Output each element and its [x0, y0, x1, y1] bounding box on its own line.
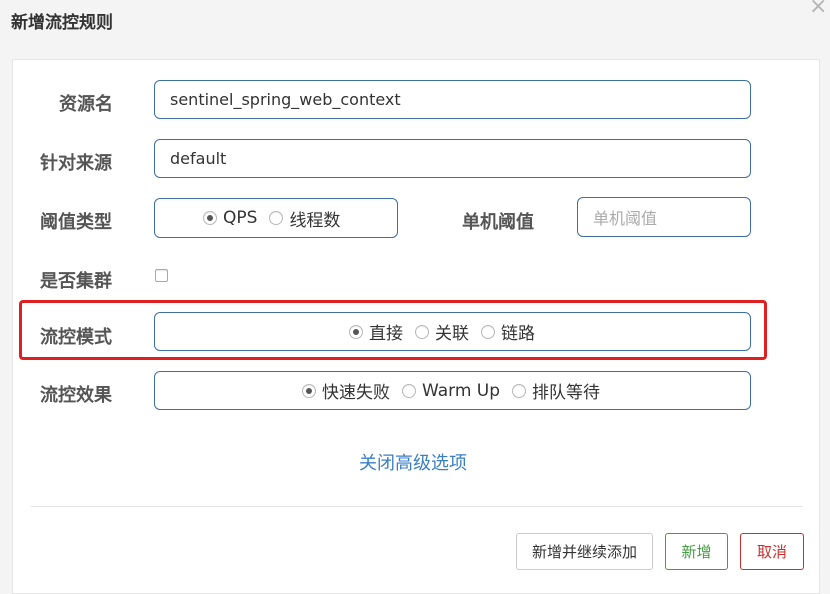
resource-name-label: 资源名	[59, 94, 113, 115]
flow-mode-relate-radio[interactable]: 关联	[415, 319, 469, 344]
single-threshold-input[interactable]: 单机阈值	[577, 197, 751, 237]
behavior-fast-fail-radio[interactable]: 快速失败	[302, 378, 390, 403]
single-threshold-placeholder: 单机阈值	[593, 209, 658, 228]
limit-app-label: 针对来源	[40, 153, 112, 174]
form-panel: 资源名 sentinel_spring_web_context 针对来源 def…	[12, 59, 820, 594]
radio-unchecked-icon	[481, 324, 495, 339]
resource-name-input[interactable]: sentinel_spring_web_context	[154, 80, 751, 119]
radio-unchecked-icon	[512, 383, 527, 398]
add-continue-button[interactable]: 新增并继续添加	[516, 533, 653, 570]
threshold-type-thread-label: 线程数	[289, 210, 341, 231]
behavior-fast-fail-label: 快速失败	[322, 383, 390, 403]
flow-mode-group: 直接 关联 链路	[154, 312, 751, 351]
threshold-type-group: QPS 线程数	[154, 198, 398, 238]
threshold-type-thread-radio[interactable]: 线程数	[269, 206, 340, 231]
radio-unchecked-icon	[415, 324, 429, 339]
behavior-warm-up-label: Warm Up	[422, 380, 501, 401]
behavior-warm-up-radio[interactable]: Warm Up	[402, 381, 500, 401]
radio-unchecked-icon	[269, 211, 284, 225]
close-icon[interactable]: ×	[809, 0, 827, 18]
control-behavior-label: 流控效果	[40, 385, 112, 406]
threshold-type-qps-radio[interactable]: QPS	[203, 208, 257, 228]
limit-app-input[interactable]: default	[154, 139, 751, 178]
radio-unchecked-icon	[402, 383, 416, 398]
cluster-label: 是否集群	[40, 271, 112, 292]
control-behavior-group: 快速失败 Warm Up 排队等待	[154, 371, 751, 410]
cluster-checkbox[interactable]	[155, 269, 168, 282]
cancel-button[interactable]: 取消	[740, 533, 804, 570]
radio-checked-icon	[349, 324, 363, 339]
radio-checked-icon	[203, 211, 217, 225]
dialog-title: 新增流控规则	[11, 13, 113, 33]
threshold-type-label: 阈值类型	[40, 212, 112, 233]
add-button[interactable]: 新增	[665, 533, 728, 570]
close-advanced-link[interactable]: 关闭高级选项	[359, 449, 467, 475]
single-threshold-label: 单机阈值	[462, 212, 534, 233]
flow-mode-relate-label: 关联	[435, 324, 469, 344]
flow-mode-label: 流控模式	[40, 327, 112, 348]
behavior-queue-radio[interactable]: 排队等待	[512, 378, 600, 403]
flow-mode-direct-radio[interactable]: 直接	[349, 319, 403, 344]
divider	[31, 506, 803, 507]
radio-checked-icon	[302, 383, 316, 398]
resource-name-value: sentinel_spring_web_context	[170, 90, 401, 109]
flow-mode-chain-radio[interactable]: 链路	[481, 319, 535, 344]
behavior-queue-label: 排队等待	[532, 383, 601, 403]
threshold-type-qps-label: QPS	[223, 208, 258, 228]
limit-app-value: default	[170, 149, 227, 168]
flow-mode-chain-label: 链路	[501, 324, 535, 344]
flow-mode-direct-label: 直接	[369, 324, 403, 344]
